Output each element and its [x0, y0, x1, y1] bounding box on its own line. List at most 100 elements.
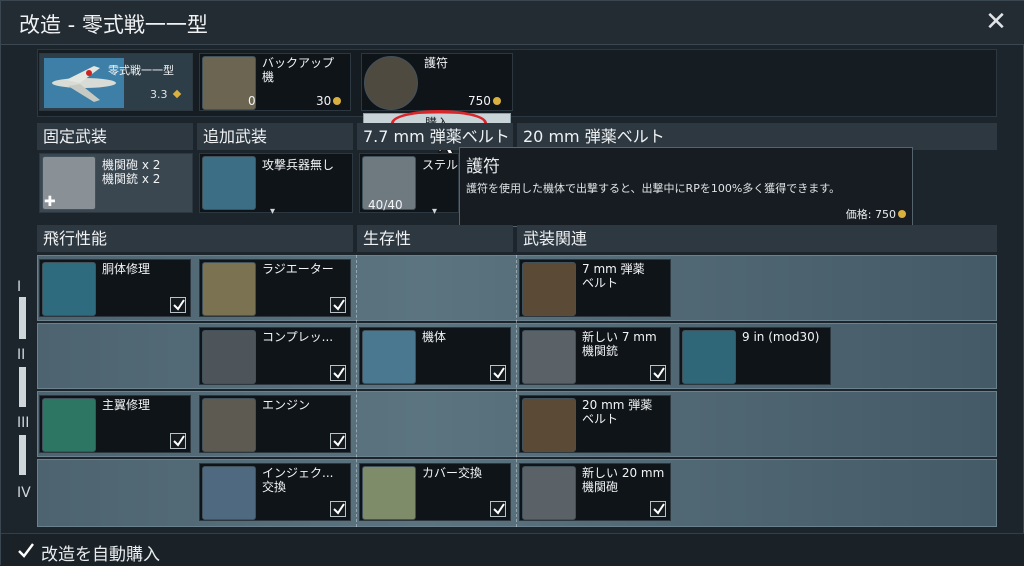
- tooltip-body: 護符を使用した機体で出撃すると、出撃中にRPを100%多く獲得できます。: [466, 182, 841, 195]
- coin-icon: [492, 97, 501, 105]
- backup-price: 30: [316, 94, 332, 108]
- radiator-icon: [202, 262, 256, 316]
- mod-compressor[interactable]: コンプレッ...: [199, 327, 351, 385]
- mod-new-20mm-cannon[interactable]: 新しい 20 mm 機関砲: [519, 463, 671, 521]
- backup-count: 0: [248, 94, 256, 108]
- mod-label: コンプレッ...: [262, 330, 334, 344]
- survivability-section-header: 生存性: [357, 225, 513, 252]
- cannon-icon: [522, 466, 576, 520]
- coin-icon: [333, 97, 342, 105]
- mod-label: 胴体修理: [102, 262, 151, 276]
- mod-injection[interactable]: インジェク... 交換: [199, 463, 351, 521]
- tooltip: 護符 護符を使用した機体で出撃すると、出撃中にRPを100%多く獲得できます。 …: [459, 147, 913, 227]
- footer: 改造を自動購入: [1, 533, 1024, 566]
- tier-label-1: I: [17, 279, 22, 295]
- talisman-icon: [364, 56, 418, 110]
- rocket-icon: [682, 330, 736, 384]
- mod-airframe[interactable]: 機体: [359, 327, 511, 385]
- mod-radiator[interactable]: ラジエーター: [199, 259, 351, 317]
- fuselage-icon: [42, 262, 96, 316]
- backup-card[interactable]: バックアップ 機 0 30: [199, 53, 351, 111]
- mod-label: カバー交換: [422, 466, 483, 480]
- mod-rocket[interactable]: 9 in (mod30): [679, 327, 831, 385]
- checkbox[interactable]: [490, 501, 506, 517]
- tier-label-3: III: [17, 415, 30, 431]
- mod-label: 機体: [422, 330, 447, 344]
- checkbox[interactable]: [650, 501, 666, 517]
- mod-new-7mm-mg[interactable]: 新しい 7 mm 機関銃: [519, 327, 671, 385]
- checkbox[interactable]: [330, 433, 346, 449]
- belt77-header: 7.7 mm 弾薬ベルト: [357, 123, 513, 150]
- tier-arrow: [19, 435, 26, 475]
- secondary-weapons-label: 攻撃兵器無し: [262, 158, 335, 172]
- mod-label: 20 mm 弾薬 ベルト: [582, 398, 653, 426]
- mod-label: エンジン: [262, 398, 311, 412]
- wing-icon: [42, 398, 96, 452]
- fixed-weapons-card[interactable]: ✚ 機関砲 x 2 機関銃 x 2: [39, 153, 193, 213]
- talisman-card[interactable]: 護符 750: [361, 53, 513, 111]
- injector-icon: [202, 466, 256, 520]
- column-divider: [516, 255, 517, 527]
- tier-row-4: [37, 459, 997, 527]
- modification-window: 改造 - 零式戦一一型 ✕ 零式戦一一型 3.3 バックアップ 機 0 30 護…: [0, 0, 1024, 566]
- belt-count: 40: [368, 198, 384, 212]
- tooltip-title: 護符: [466, 157, 500, 177]
- checkbox[interactable]: [330, 501, 346, 517]
- fixed-weapons-label: 機関砲 x 2 機関銃 x 2: [102, 158, 161, 186]
- mod-label: ラジエーター: [262, 262, 334, 276]
- belt-total: 40: [387, 198, 403, 212]
- talisman-price: 750: [468, 94, 491, 108]
- checkbox[interactable]: [650, 365, 666, 381]
- secondary-weapons-header: 追加武装: [197, 123, 353, 150]
- backup-label: バックアップ 機: [262, 56, 335, 84]
- checkmark-icon: [18, 543, 34, 558]
- fixed-weapons-header: 固定武装: [37, 123, 193, 150]
- chevron-down-icon[interactable]: ▾: [432, 206, 437, 217]
- checkbox[interactable]: [170, 297, 186, 313]
- drop-tank-icon: [202, 156, 256, 210]
- window-title: 改造 - 零式戦一一型: [19, 13, 208, 37]
- column-divider: [356, 255, 357, 527]
- engine-icon: [202, 398, 256, 452]
- mod-cover[interactable]: カバー交換: [359, 463, 511, 521]
- secondary-weapons-card[interactable]: 攻撃兵器無し ▾: [199, 153, 353, 217]
- tooltip-price: 価格: 750: [845, 208, 896, 221]
- airframe-icon: [362, 330, 416, 384]
- title-bar: 改造 - 零式戦一一型 ✕: [1, 1, 1024, 45]
- machine-gun-icon: [522, 330, 576, 384]
- mod-fuselage-repair[interactable]: 胴体修理: [39, 259, 191, 317]
- talisman-label: 護符: [424, 56, 449, 70]
- mod-label: 新しい 20 mm 機関砲: [582, 466, 665, 494]
- mod-wing-repair[interactable]: 主翼修理: [39, 395, 191, 453]
- checkbox[interactable]: [490, 365, 506, 381]
- tier-label-4: IV: [17, 485, 31, 501]
- mod-belt-20mm[interactable]: 20 mm 弾薬 ベルト: [519, 395, 671, 453]
- mod-label: インジェク... 交換: [262, 466, 334, 494]
- mod-engine[interactable]: エンジン: [199, 395, 351, 453]
- mod-belt-7mm[interactable]: 7 mm 弾薬 ベルト: [519, 259, 671, 317]
- close-button[interactable]: ✕: [981, 7, 1011, 37]
- mod-label: 9 in (mod30): [742, 330, 820, 344]
- tier-row-2: [37, 323, 997, 389]
- chevron-down-icon[interactable]: ▾: [270, 206, 275, 217]
- weaponry-section-header: 武装関連: [517, 225, 997, 252]
- tier-arrow: [19, 297, 26, 339]
- aircraft-name: 零式戦一一型: [108, 64, 174, 77]
- ammo-belt-icon: [522, 398, 576, 452]
- coin-icon: [898, 210, 906, 218]
- tier-arrow: [19, 367, 26, 407]
- belt77-label: ステル: [422, 158, 459, 172]
- flight-section-header: 飛行性能: [37, 225, 353, 252]
- mod-label: 新しい 7 mm 機関銃: [582, 330, 657, 358]
- auto-buy-checkbox[interactable]: [17, 542, 35, 560]
- compressor-icon: [202, 330, 256, 384]
- belt77-card[interactable]: ステル 40/40 ▾: [359, 153, 459, 217]
- auto-buy-label[interactable]: 改造を自動購入: [41, 540, 160, 565]
- cover-icon: [362, 466, 416, 520]
- mod-label: 主翼修理: [102, 398, 151, 412]
- checkbox[interactable]: [330, 297, 346, 313]
- checkbox[interactable]: [330, 365, 346, 381]
- checkbox[interactable]: [170, 433, 186, 449]
- tier-label-2: II: [17, 347, 26, 363]
- aircraft-card[interactable]: 零式戦一一型 3.3: [39, 53, 193, 111]
